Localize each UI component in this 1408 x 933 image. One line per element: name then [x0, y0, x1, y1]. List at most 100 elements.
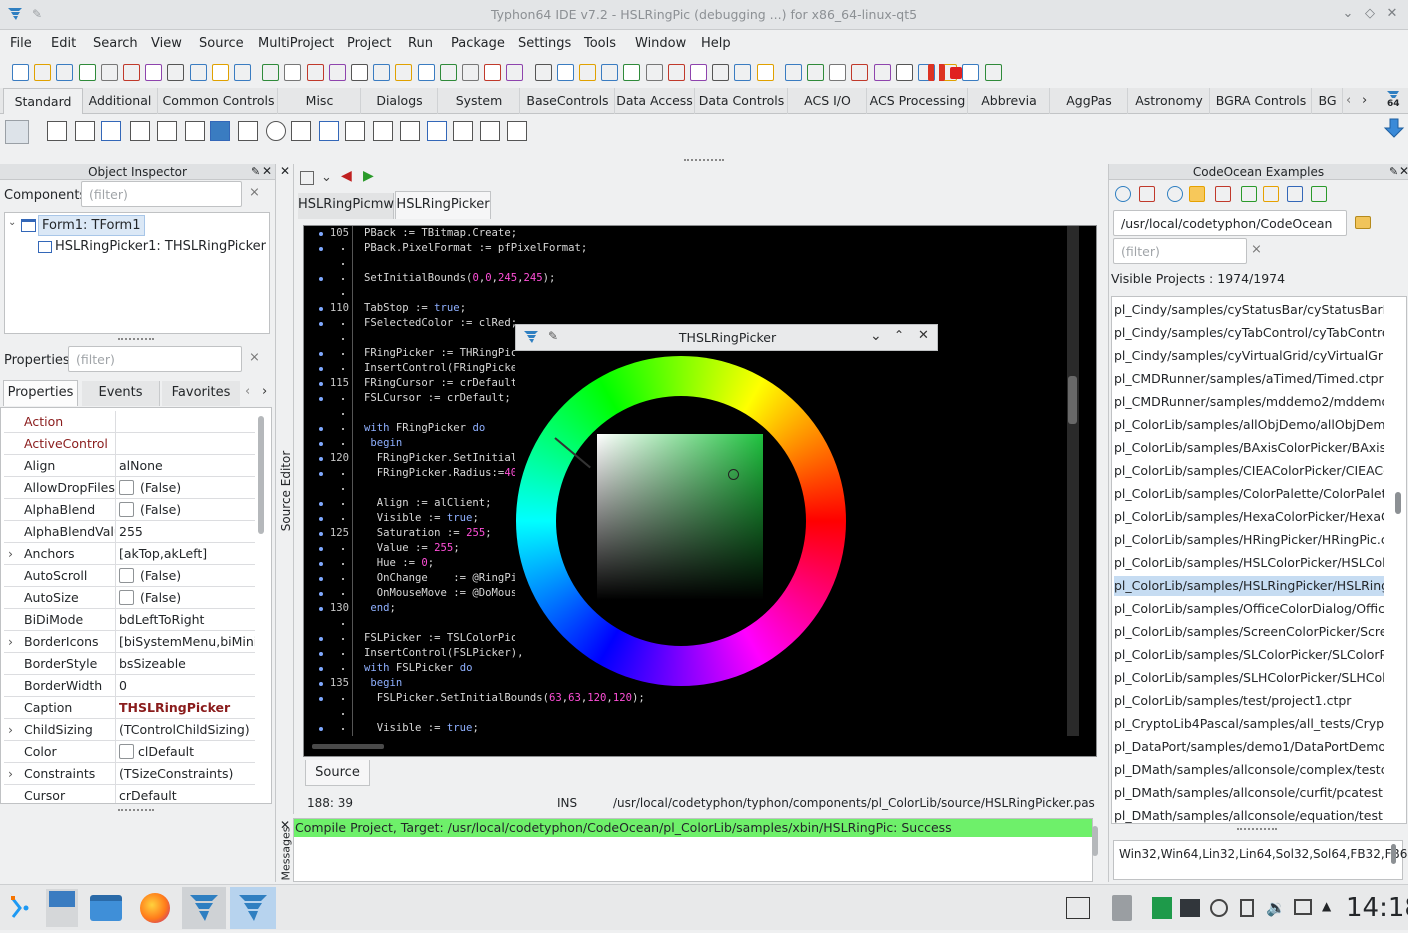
breakpoint-dot-icon[interactable] — [319, 697, 323, 701]
palette-tab-2[interactable]: Common Controls — [160, 88, 278, 114]
codeocean-tool-icon[interactable] — [1287, 186, 1303, 202]
breakpoint-dot-icon[interactable] — [319, 727, 323, 731]
property-value[interactable]: clDefault — [119, 744, 255, 759]
menu-run[interactable]: Run — [408, 36, 433, 51]
compile-message[interactable]: Compile Project, Target: /usr/local/code… — [294, 819, 1092, 837]
toolbar-button-icon[interactable] — [556, 64, 574, 81]
palette-scroll-left-button[interactable]: ‹ — [1346, 93, 1351, 108]
radiogroup-icon[interactable] — [400, 121, 420, 141]
menu-search[interactable]: Search — [93, 36, 138, 51]
project-list-item[interactable]: pl_ColorLib/samples/SLHColorPicker/SLHCo… — [1114, 668, 1384, 688]
toolbar-button-icon[interactable] — [417, 64, 435, 81]
checkbox[interactable] — [119, 480, 134, 495]
expand-chevron-icon[interactable]: › — [8, 634, 13, 649]
color-swatch[interactable] — [119, 744, 134, 759]
editor-hscroll-thumb[interactable] — [312, 744, 384, 749]
breakpoint-dot-icon[interactable] — [319, 322, 323, 326]
property-row[interactable]: › BorderIcons [biSystemMenu,biMinimize,biM… — [4, 631, 255, 653]
tree-item-form1[interactable]: Form1: TForm1 — [38, 215, 145, 236]
properties-filter-input[interactable]: (filter) — [68, 346, 242, 372]
splitter-handle[interactable] — [118, 809, 154, 812]
codeocean-tool-icon[interactable] — [1115, 186, 1131, 202]
breakpoint-dot-icon[interactable] — [319, 637, 323, 641]
property-row[interactable]: AlphaBlendValue255 — [4, 521, 255, 543]
property-value[interactable]: bdLeftToRight — [119, 612, 255, 627]
menu-settings[interactable]: Settings — [518, 36, 571, 51]
menu-view[interactable]: View — [151, 36, 182, 51]
toggle-box-icon[interactable] — [210, 121, 230, 141]
toolbar-button-icon[interactable] — [984, 64, 1002, 81]
palette-tab-8[interactable]: Data Controls — [696, 88, 788, 114]
menu-project[interactable]: Project — [347, 36, 391, 51]
toolbar-button-icon[interactable] — [462, 64, 479, 81]
property-row[interactable]: BiDiMode bdLeftToRight — [4, 609, 255, 631]
menu-file[interactable]: File — [10, 36, 32, 51]
codeocean-path-input[interactable]: /usr/local/codetyphon/CodeOcean — [1113, 210, 1347, 236]
menu-source[interactable]: Source — [199, 36, 244, 51]
project-list-item[interactable]: pl_ColorLib/samples/allObjDemo/allObjDem… — [1114, 415, 1384, 435]
project-list-item[interactable]: pl_ColorLib/samples/ColorPalette/ColorPa… — [1114, 484, 1384, 504]
property-value[interactable]: alNone — [119, 458, 255, 473]
combobox-icon[interactable] — [319, 121, 339, 141]
project-list-item[interactable]: pl_DMath/samples/allconsole/equation/tes… — [1114, 806, 1384, 826]
source-tab[interactable]: Source — [305, 760, 370, 786]
property-row[interactable]: › Anchors [akTop,akLeft] — [4, 543, 255, 565]
menu-help[interactable]: Help — [701, 36, 731, 51]
toolbar-button-icon[interactable] — [851, 64, 869, 81]
palette-tab-10[interactable]: ACS Processing — [868, 88, 968, 114]
toolbar-button-icon[interactable] — [712, 64, 730, 81]
project-list-item[interactable]: pl_CMDRunner/samples/mddemo2/mddemo2.ctp… — [1114, 392, 1384, 412]
maximize-button[interactable]: ◇ — [1362, 6, 1378, 22]
back-arrow-icon[interactable]: ◀ — [341, 168, 352, 184]
palette-tab-5[interactable]: System — [439, 88, 520, 114]
show-desktop-icon[interactable] — [1066, 897, 1090, 919]
oi-pin-icon[interactable]: ✎ — [251, 165, 260, 178]
toolbar-button-icon[interactable] — [395, 64, 413, 81]
toolbar-button-icon[interactable] — [78, 64, 96, 81]
editor-toolbar-icon[interactable] — [300, 171, 314, 185]
components-filter-input[interactable]: (filter) — [81, 181, 242, 207]
property-row[interactable]: AlphaBlend (False) — [4, 499, 255, 521]
dialog-close-button[interactable]: ✕ — [918, 328, 929, 343]
minimize-button[interactable]: ⌄ — [1340, 6, 1356, 22]
property-row[interactable]: AutoSize (False) — [4, 587, 255, 609]
listbox-icon[interactable] — [291, 121, 311, 141]
palette-tab-12[interactable]: AggPas — [1051, 88, 1128, 114]
breakpoint-dot-icon[interactable] — [319, 352, 323, 356]
property-row[interactable]: BorderWidth 0 — [4, 675, 255, 697]
menu-multiproject[interactable]: MultiProject — [258, 36, 334, 51]
property-row[interactable]: › ChildSizing (TControlChildSizing) — [4, 719, 255, 741]
property-grid-scrollbar[interactable] — [258, 416, 264, 534]
breakpoint-dot-icon[interactable] — [319, 382, 323, 386]
toolbar-button-icon[interactable] — [962, 64, 980, 81]
project-list-item[interactable]: pl_ColorLib/samples/SLColorPicker/SLColo… — [1114, 645, 1384, 665]
panel-icon[interactable] — [453, 121, 473, 141]
palette-tab-14[interactable]: BGRA Controls 1 — [1211, 88, 1312, 134]
property-value[interactable]: (False) — [119, 502, 255, 517]
toolbar-button-icon[interactable] — [645, 64, 663, 81]
menu-window[interactable]: Window — [635, 36, 686, 51]
checkgroup-icon[interactable] — [427, 121, 447, 141]
toolbar-button-icon[interactable] — [690, 64, 707, 81]
typhon-task-2-icon[interactable] — [230, 887, 276, 929]
breakpoint-dot-icon[interactable] — [319, 442, 323, 446]
toolbar-button-icon[interactable] — [211, 64, 229, 81]
dialog-minimize-button[interactable]: ⌄ — [870, 328, 882, 344]
project-list-item[interactable]: pl_ColorLib/samples/ScreenColorPicker/Sc… — [1114, 622, 1384, 642]
breakpoint-dot-icon[interactable] — [319, 457, 323, 461]
toolbar-button-icon[interactable] — [284, 64, 302, 81]
codeocean-tool-icon[interactable] — [1215, 186, 1231, 202]
project-list-item[interactable]: pl_ColorLib/samples/HRingPicker/HRingPic… — [1114, 530, 1384, 550]
typhon-task-1-icon[interactable] — [182, 887, 226, 929]
popup-menu-icon[interactable] — [75, 121, 95, 141]
toolbar-button-icon[interactable] — [351, 64, 368, 81]
stop-button[interactable] — [950, 67, 962, 79]
messages-scrollbar[interactable] — [1092, 826, 1098, 856]
project-list-item[interactable]: pl_DMath/samples/allconsole/complex/test… — [1114, 760, 1384, 780]
toolbar-button-icon[interactable] — [123, 64, 140, 81]
download-arrow-icon[interactable] — [1383, 117, 1405, 139]
oi-tab-events[interactable]: Events — [82, 381, 160, 406]
breakpoint-dot-icon[interactable] — [319, 472, 323, 476]
property-row[interactable]: AutoScroll (False) — [4, 565, 255, 587]
property-value[interactable]: crDefault — [119, 788, 255, 803]
